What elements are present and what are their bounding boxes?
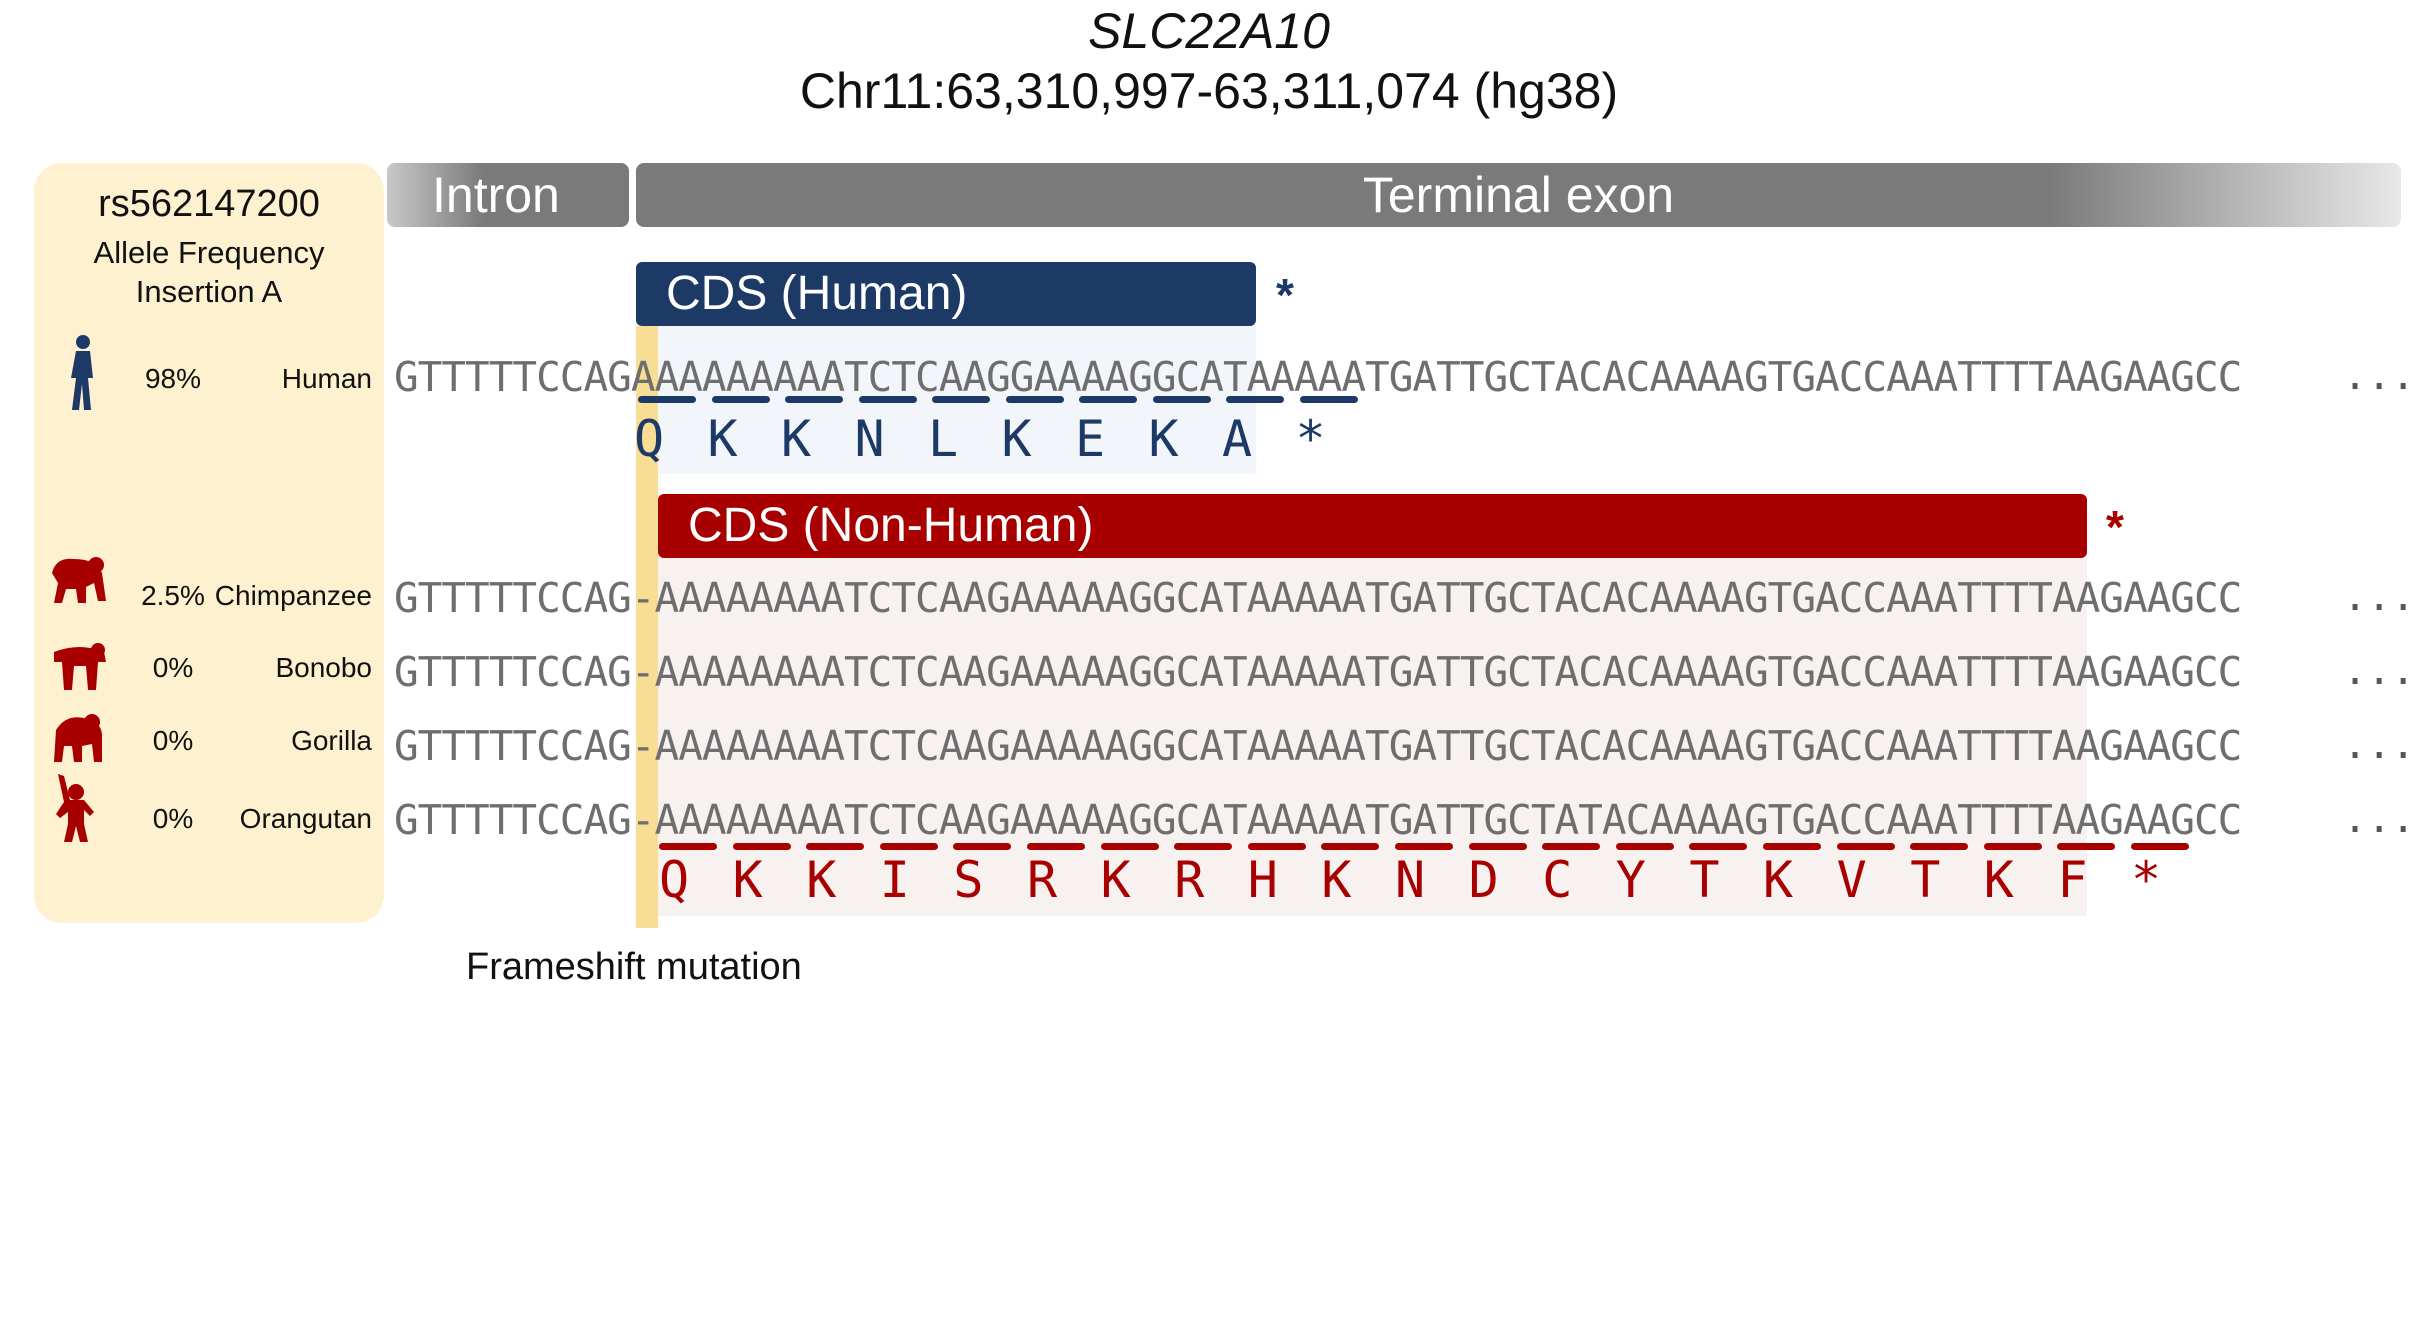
codon-underline bbox=[1247, 843, 1306, 850]
codon-underline bbox=[1152, 396, 1211, 403]
amino-acid: C bbox=[1542, 851, 1573, 909]
codon-underline bbox=[1542, 843, 1601, 850]
intron-bar: Intron bbox=[387, 163, 629, 227]
codon-underline bbox=[1689, 843, 1748, 850]
codon-underline bbox=[1100, 843, 1159, 850]
codon-underline bbox=[858, 396, 917, 403]
amino-acid: V bbox=[1836, 851, 1867, 909]
gorilla-icon bbox=[54, 714, 102, 762]
dna-sequence: GTTTTTCCAG-AAAAAAAATCTCAAGAAAAAGGCATAAAA… bbox=[394, 722, 2242, 770]
species-name: Orangutan bbox=[239, 803, 372, 834]
amino-acid: F bbox=[2057, 851, 2088, 909]
codon-underline bbox=[1226, 396, 1284, 403]
codon-underline bbox=[879, 843, 938, 850]
codon-underline bbox=[2057, 843, 2116, 850]
sequence-continuation: ... bbox=[2343, 648, 2416, 694]
amino-acid: N bbox=[1395, 851, 1426, 909]
species-name: Bonobo bbox=[275, 652, 372, 683]
codon-underline bbox=[1005, 396, 1064, 403]
dna-sequence: GTTTTTCCAG-AAAAAAAATCTCAAGAAAAAGGCATAAAA… bbox=[394, 574, 2242, 622]
amino-acid: K bbox=[806, 851, 837, 909]
terminal-exon-bar: Terminal exon bbox=[636, 163, 2401, 227]
chimpanzee-icon bbox=[52, 557, 106, 603]
panel-subtitle: Allele Frequency bbox=[93, 235, 325, 270]
sequence-continuation: ... bbox=[2343, 796, 2416, 842]
gene-name: SLC22A10 bbox=[1088, 3, 1330, 59]
codon-underline bbox=[1321, 843, 1380, 850]
codon-underline bbox=[1468, 843, 1527, 850]
stop-codon: * bbox=[2131, 851, 2162, 909]
cds-human-bar: CDS (Human) bbox=[636, 262, 1256, 326]
stop-codon: * bbox=[1295, 410, 1326, 468]
amino-acid: Y bbox=[1615, 851, 1646, 909]
codon-underline bbox=[806, 843, 865, 850]
amino-acid: L bbox=[928, 410, 959, 468]
amino-acid: K bbox=[707, 410, 738, 468]
amino-acid: Q bbox=[659, 851, 690, 909]
human-cds-stop-star: * bbox=[1276, 269, 1294, 321]
amino-acid: A bbox=[1222, 410, 1253, 468]
amino-acid: S bbox=[953, 851, 984, 909]
codon-underline bbox=[785, 396, 843, 403]
panel-subtitle-insertion: Insertion A bbox=[135, 274, 283, 309]
amino-acid: T bbox=[1689, 851, 1720, 909]
species-name: Chimpanzee bbox=[214, 580, 372, 611]
amino-acid: K bbox=[732, 851, 763, 909]
amino-acid: K bbox=[1148, 410, 1179, 468]
species-name: Human bbox=[281, 363, 372, 394]
genomic-coordinates: Chr11:63,310,997-63,311,074 (hg38) bbox=[799, 63, 1619, 119]
codon-underline bbox=[1615, 843, 1674, 850]
amino-acid: K bbox=[1001, 410, 1032, 468]
human-icon bbox=[71, 335, 93, 410]
amino-acid: T bbox=[1910, 851, 1941, 909]
amino-acid: K bbox=[1763, 851, 1794, 909]
orangutan-icon bbox=[56, 774, 94, 842]
codon-underline bbox=[953, 843, 1012, 850]
amino-acid: R bbox=[1027, 851, 1058, 909]
dna-sequence: GTTTTTCCAGAAAAAAAAATCTCAAGGAAAAGGCATAAAA… bbox=[394, 353, 2242, 401]
codon-underline bbox=[1079, 396, 1137, 403]
dna-sequence: GTTTTTCCAG-AAAAAAAATCTCAAGAAAAAGGCATAAAA… bbox=[394, 648, 2242, 696]
codon-underline bbox=[1983, 843, 2042, 850]
amino-acid: N bbox=[854, 410, 885, 468]
bonobo-icon bbox=[54, 643, 106, 690]
amino-acid: K bbox=[1321, 851, 1352, 909]
cds-nonhuman-bar: CDS (Non-Human) bbox=[658, 494, 2087, 558]
snp-id: rs562147200 bbox=[98, 183, 320, 225]
codon-underline bbox=[1910, 843, 1969, 850]
dna-sequence: GTTTTTCCAG-AAAAAAAATCTCAAGAAAAAGGCATAAAA… bbox=[394, 796, 2242, 844]
amino-acid: Q bbox=[634, 410, 665, 468]
codon-underline bbox=[1836, 843, 1895, 850]
codon-underline bbox=[638, 396, 696, 403]
amino-acid: I bbox=[879, 851, 910, 909]
amino-acid: R bbox=[1174, 851, 1205, 909]
codon-underline bbox=[1763, 843, 1821, 850]
species-name: Gorilla bbox=[291, 725, 372, 756]
codon-underline bbox=[932, 396, 990, 403]
codon-underline bbox=[1174, 843, 1233, 850]
codon-underline bbox=[1299, 396, 1358, 403]
sequence-continuation: ... bbox=[2343, 574, 2416, 620]
sequence-continuation: ... bbox=[2343, 722, 2416, 768]
frameshift-caption: Frameshift mutation bbox=[466, 946, 802, 988]
amino-acid: H bbox=[1247, 851, 1278, 909]
codon-underline bbox=[732, 843, 791, 850]
codon-underline bbox=[1027, 843, 1085, 850]
amino-acid: K bbox=[1983, 851, 2014, 909]
amino-acid: K bbox=[781, 410, 812, 468]
nonhuman-cds-stop-star: * bbox=[2106, 501, 2124, 553]
sequence-continuation: ... bbox=[2343, 353, 2416, 399]
codon-underline bbox=[711, 396, 770, 403]
codon-underline bbox=[2131, 843, 2189, 850]
amino-acid: K bbox=[1100, 851, 1131, 909]
codon-underline bbox=[1395, 843, 1453, 850]
amino-acid: D bbox=[1468, 851, 1499, 909]
amino-acid: E bbox=[1075, 410, 1106, 468]
codon-underline bbox=[659, 843, 717, 850]
